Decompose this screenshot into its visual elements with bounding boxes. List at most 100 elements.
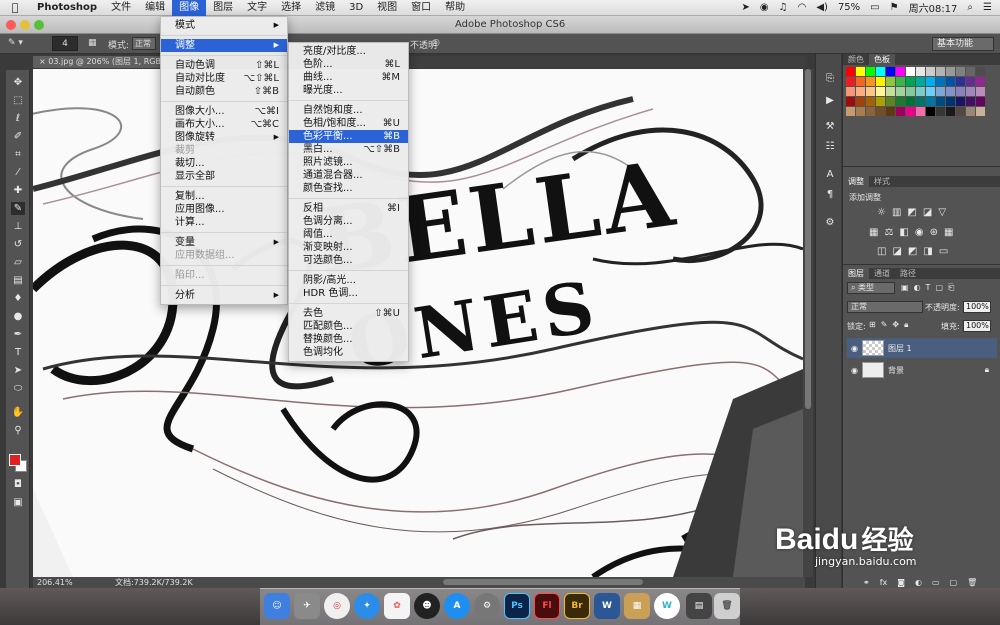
gradient-map-icon[interactable]: ▭ [939,246,948,257]
eraser-tool-icon[interactable]: ▱ [11,256,25,269]
adjust_menu-item[interactable]: 反相 ⌘I [289,202,408,215]
doc-size-readout[interactable]: 文档:739.2K/739.2K [115,577,193,588]
color-swatch[interactable] [866,77,875,86]
layer-filter-select[interactable]: ⌕ 类型 [847,282,895,294]
stamp-tool-icon[interactable]: ⊥ [11,220,25,233]
system-preferences-icon[interactable]: ⚙ [474,593,500,619]
adjust_menu-item[interactable]: 色相/饱和度... ⌘U [289,117,408,130]
apple-icon[interactable]:  [0,1,30,14]
color-swatch[interactable] [866,97,875,106]
battery-icon[interactable]: ▭ [870,2,879,13]
color-swatch[interactable] [886,107,895,116]
color-swatch[interactable] [976,67,985,76]
screen-mode-icon[interactable]: ▣ [11,496,25,509]
w-app-icon[interactable]: W [654,593,680,619]
threshold-icon[interactable]: ◩ [908,246,917,257]
color-swatch[interactable] [956,107,965,116]
color-swatch[interactable] [876,87,885,96]
word-icon[interactable]: W [594,593,620,619]
shape-tool-icon[interactable]: ⬭ [11,382,25,395]
color-swatch[interactable] [906,67,915,76]
menu-layer[interactable]: 图层 [206,0,240,16]
menu-image[interactable]: 图像 [172,0,207,16]
zoom-button[interactable] [34,20,44,30]
color-swatch[interactable] [856,67,865,76]
healing-tool-icon[interactable]: ✚ [11,184,25,197]
adjust_menu-item[interactable]: 曲线... ⌘M [289,71,408,84]
opacity-input[interactable]: 100% [963,301,991,313]
menu-select[interactable]: 选择 [274,0,308,16]
color-swatch[interactable] [876,67,885,76]
mode-select[interactable]: 正常 [132,37,156,50]
actions-panel-icon[interactable]: ▶ [823,94,837,107]
adjust_menu-item[interactable]: 亮度/对比度... [289,45,408,58]
color-swatch[interactable] [866,107,875,116]
adjust_menu-item[interactable]: 黑白... ⌥⇧⌘B [289,143,408,156]
color-swatch[interactable] [916,97,925,106]
color-swatch[interactable] [946,77,955,86]
color-swatch[interactable] [916,87,925,96]
wifi-icon[interactable]: ◠ [798,2,807,13]
brush-presets-icon[interactable]: ☷ [823,140,837,153]
music-icon[interactable]: ♫ [779,2,788,13]
lock-pixels-icon[interactable]: ✎ [881,320,888,330]
invert-icon[interactable]: ◫ [877,246,886,257]
photos-icon[interactable]: ✿ [384,593,410,619]
flag-icon[interactable]: ⚑ [890,2,899,13]
curves-icon[interactable]: ◩ [907,207,916,218]
menu-app-name[interactable]: Photoshop [30,0,104,16]
tab-adjustments[interactable]: 调整 [843,176,869,187]
brightness-icon[interactable]: ☼ [877,207,886,218]
zoom-tool-icon[interactable]: ⚲ [11,424,25,437]
adjust_menu-item[interactable]: 可选颜色... [289,254,408,267]
color-swatch[interactable] [876,107,885,116]
color-swatch[interactable] [976,107,985,116]
color-swatch[interactable] [916,107,925,116]
marquee-tool-icon[interactable]: ⬚ [11,94,25,107]
color-swatch[interactable] [846,97,855,106]
filter-type-icon[interactable]: T [926,283,931,293]
color-swatch[interactable] [846,107,855,116]
new-adjustment-icon[interactable]: ◐ [915,578,922,587]
color-swatch[interactable] [966,67,975,76]
image_menu-item[interactable]: 裁切... [161,157,287,170]
photoshop-icon[interactable]: Ps [504,593,530,619]
menu-3d[interactable]: 3D [342,0,370,16]
color-swatch[interactable] [886,97,895,106]
color-swatch[interactable] [896,107,905,116]
trash-icon[interactable]: 🗑︎ [714,593,740,619]
tool-presets-icon[interactable]: ⚒ [823,120,837,133]
minimize-button[interactable] [20,20,30,30]
color-swatch[interactable] [896,87,905,96]
image_menu-item[interactable]: 画布大小... ⌥⌘C [161,118,287,131]
color-swatch[interactable] [856,107,865,116]
adjust_menu-item[interactable]: 通道混合器... [289,169,408,182]
visibility-eye-icon[interactable]: ◉ [851,366,858,375]
adjust_menu-item[interactable]: 颜色查找... [289,182,408,195]
image_menu-item[interactable]: 调整 ▶ [161,39,287,52]
lasso-tool-icon[interactable]: ℓ [11,112,25,125]
quick-select-tool-icon[interactable]: ✐ [11,130,25,143]
archive-icon[interactable]: ▦ [624,593,650,619]
bridge-icon[interactable]: Br [564,593,590,619]
menu-filter[interactable]: 滤镜 [308,0,342,16]
color-swatch[interactable] [936,97,945,106]
search-icon[interactable]: ⌕ [967,2,973,13]
tab-styles[interactable]: 样式 [869,176,895,187]
menu-help[interactable]: 帮助 [438,0,472,16]
scroll-thumb[interactable] [805,69,811,409]
brush-tool-icon[interactable]: ✎ ▾ [8,38,23,48]
color-swatch[interactable] [926,97,935,106]
workspace-select[interactable]: 基本功能 [932,37,994,51]
filter-pixel-icon[interactable]: ▣ [901,283,909,293]
clock[interactable]: 周六08:17 [909,0,958,15]
brush-panel-icon[interactable]: ▦ [88,38,97,48]
color-swatch[interactable] [966,87,975,96]
image_menu-item[interactable]: 自动颜色 ⇧⌘B [161,85,287,98]
color-swatch[interactable] [946,67,955,76]
filter-adjust-icon[interactable]: ◐ [914,283,921,293]
vibrance-icon[interactable]: ▽ [938,207,946,218]
color-swatch[interactable] [926,107,935,116]
color-swatch[interactable] [856,77,865,86]
safari-icon[interactable]: ✦ [354,593,380,619]
